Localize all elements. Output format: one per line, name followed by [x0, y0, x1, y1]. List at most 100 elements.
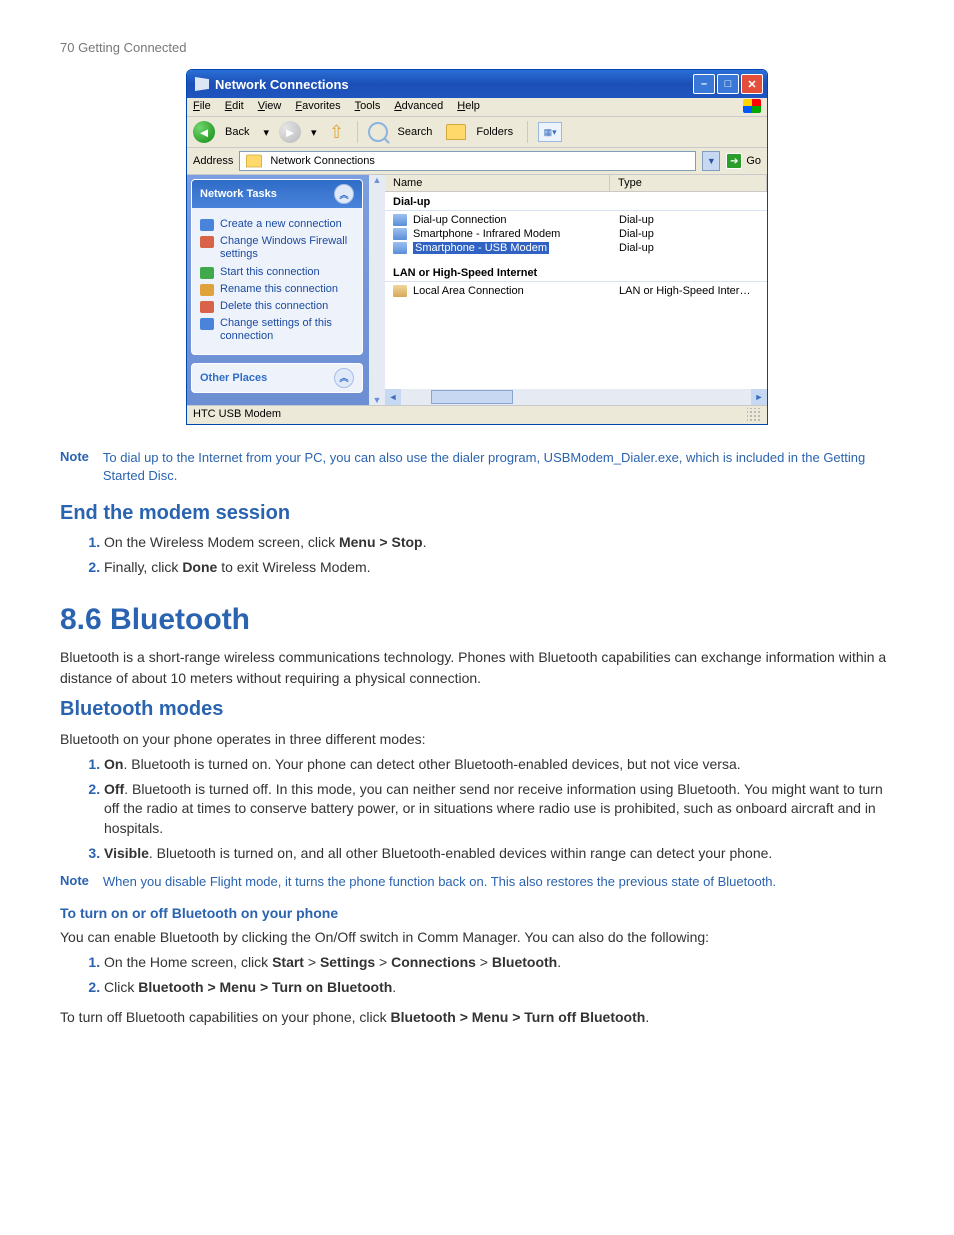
task-create-connection[interactable]: Create a new connection	[200, 218, 354, 231]
toolbar-separator	[357, 121, 358, 143]
other-places-title: Other Places	[200, 372, 267, 384]
task-settings[interactable]: Change settings of this connection	[200, 317, 354, 343]
step: Finally, click Done to exit Wireless Mod…	[104, 558, 894, 578]
note-label: Note	[60, 873, 89, 891]
modem-icon	[393, 214, 407, 226]
window-icon	[195, 77, 209, 91]
row-lan[interactable]: Local Area Connection LAN or High-Speed …	[385, 284, 767, 298]
menu-file[interactable]: File	[193, 100, 211, 113]
address-value: Network Connections	[270, 155, 375, 167]
views-button[interactable]: ▦▾	[538, 122, 562, 142]
modes-list: On. Bluetooth is turned on. Your phone c…	[60, 755, 894, 863]
go-button[interactable]: ➔ Go	[726, 153, 761, 169]
address-label: Address	[193, 155, 233, 167]
status-bar: HTC USB Modem	[187, 405, 767, 424]
modes-intro: Bluetooth on your phone operates in thre…	[60, 729, 894, 749]
menu-favorites[interactable]: Favorites	[295, 100, 340, 113]
heading-end-session: End the modem session	[60, 502, 894, 525]
minimize-button[interactable]: –	[693, 74, 715, 94]
task-rename[interactable]: Rename this connection	[200, 283, 354, 296]
collapse-icon[interactable]: ︽	[334, 368, 354, 388]
menu-help[interactable]: Help	[457, 100, 480, 113]
steps-end-session: On the Wireless Modem screen, click Menu…	[60, 533, 894, 577]
go-icon: ➔	[726, 153, 742, 169]
menu-edit[interactable]: Edit	[225, 100, 244, 113]
menu-advanced[interactable]: Advanced	[394, 100, 443, 113]
window-title: Network Connections	[215, 77, 349, 92]
step: On the Home screen, click Start > Settin…	[104, 953, 894, 973]
scroll-right-icon[interactable]: ►	[751, 389, 767, 405]
note-text: To dial up to the Internet from your PC,…	[103, 449, 894, 484]
titlebar[interactable]: Network Connections – □ ✕	[187, 70, 767, 98]
step: Click Bluetooth > Menu > Turn on Bluetoo…	[104, 978, 894, 998]
wizard-icon	[200, 219, 214, 231]
row-usb-modem[interactable]: Smartphone - USB Modem Dial-up	[385, 241, 767, 255]
column-headers[interactable]: Name Type	[385, 175, 767, 192]
main-list: Name Type Dial-up Dial-up Connection Dia…	[385, 175, 767, 405]
task-start[interactable]: Start this connection	[200, 266, 354, 279]
delete-icon	[200, 301, 214, 313]
maximize-button[interactable]: □	[717, 74, 739, 94]
page-header: 70 Getting Connected	[60, 40, 894, 55]
menu-view[interactable]: View	[258, 100, 282, 113]
address-dropdown[interactable]: ▼	[702, 151, 720, 171]
firewall-icon	[200, 236, 214, 248]
step: On the Wireless Modem screen, click Menu…	[104, 533, 894, 553]
network-tasks-title: Network Tasks	[200, 188, 277, 200]
back-button[interactable]: ◄	[193, 121, 215, 143]
windows-flag-icon	[743, 99, 761, 113]
menu-tools[interactable]: Tools	[355, 100, 381, 113]
resize-grip-icon[interactable]	[747, 408, 761, 422]
steps-turn-bt: On the Home screen, click Start > Settin…	[60, 953, 894, 997]
go-label: Go	[746, 155, 761, 167]
forward-button[interactable]: ►	[279, 121, 301, 143]
heading-turn-bt: To turn on or off Bluetooth on your phon…	[60, 905, 894, 921]
note-label: Note	[60, 449, 89, 484]
toolbar: ◄ Back▾ ►▾ ⇧ Search Folders ▦▾	[187, 117, 767, 148]
other-places-header[interactable]: Other Places ︽	[192, 364, 362, 392]
address-icon	[246, 155, 262, 168]
toolbar-separator	[527, 121, 528, 143]
status-text: HTC USB Modem	[193, 408, 281, 422]
rename-icon	[200, 284, 214, 296]
address-input[interactable]: Network Connections	[239, 151, 696, 171]
group-lan: LAN or High-Speed Internet	[385, 263, 767, 282]
col-type[interactable]: Type	[610, 175, 767, 191]
row-dialup-connection[interactable]: Dial-up Connection Dial-up	[385, 213, 767, 227]
modem-icon	[393, 228, 407, 240]
collapse-icon[interactable]: ︽	[334, 184, 354, 204]
lan-icon	[393, 285, 407, 297]
network-tasks-header[interactable]: Network Tasks ︽	[192, 180, 362, 208]
close-button[interactable]: ✕	[741, 74, 763, 94]
folders-icon[interactable]	[446, 124, 466, 140]
task-delete[interactable]: Delete this connection	[200, 300, 354, 313]
settings-icon	[200, 318, 214, 330]
scroll-thumb[interactable]	[431, 390, 513, 404]
row-infrared-modem[interactable]: Smartphone - Infrared Modem Dial-up	[385, 227, 767, 241]
heading-bt-modes: Bluetooth modes	[60, 698, 894, 721]
side-panel: Network Tasks ︽ Create a new connection …	[187, 175, 385, 405]
note-flightmode: Note When you disable Flight mode, it tu…	[60, 873, 894, 891]
mode-visible: Visible. Bluetooth is turned on, and all…	[104, 844, 894, 864]
horizontal-scrollbar[interactable]: ◄ ►	[385, 389, 767, 405]
address-bar: Address Network Connections ▼ ➔ Go	[187, 148, 767, 175]
side-scrollbar[interactable]: ▲▼	[369, 175, 385, 405]
search-label[interactable]: Search	[398, 126, 433, 138]
modem-icon	[393, 242, 407, 254]
menubar: File Edit View Favorites Tools Advanced …	[187, 98, 767, 117]
task-firewall[interactable]: Change Windows Firewall settings	[200, 235, 354, 261]
group-dialup: Dial-up	[385, 192, 767, 211]
turn-intro: You can enable Bluetooth by clicking the…	[60, 927, 894, 947]
search-icon[interactable]	[368, 122, 388, 142]
folders-label[interactable]: Folders	[476, 126, 513, 138]
start-icon	[200, 267, 214, 279]
note-text: When you disable Flight mode, it turns t…	[103, 873, 776, 891]
heading-bluetooth: 8.6 Bluetooth	[60, 603, 894, 637]
back-label: Back	[225, 126, 249, 138]
mode-off: Off. Bluetooth is turned off. In this mo…	[104, 780, 894, 839]
note-dialer: Note To dial up to the Internet from you…	[60, 449, 894, 484]
up-button[interactable]: ⇧	[327, 122, 347, 142]
scroll-left-icon[interactable]: ◄	[385, 389, 401, 405]
col-name[interactable]: Name	[385, 175, 610, 191]
turn-off-text: To turn off Bluetooth capabilities on yo…	[60, 1007, 894, 1027]
